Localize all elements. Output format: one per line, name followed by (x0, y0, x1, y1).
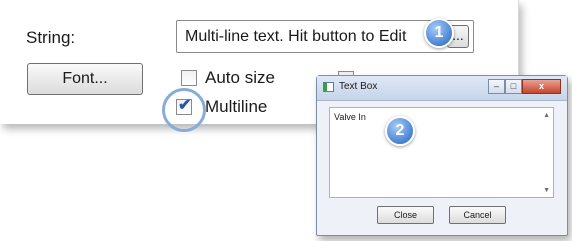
cancel-button[interactable]: Cancel (449, 206, 506, 224)
dialog-title: Text Box (339, 81, 378, 92)
text-box-textarea[interactable]: Valve In ▲ ▼ (329, 107, 554, 198)
window-icon (323, 82, 334, 92)
highlight-ring (162, 88, 206, 132)
string-label: String: (26, 28, 76, 47)
close-button[interactable]: Close (377, 206, 434, 224)
multiline-label: Multiline (205, 97, 268, 116)
font-button[interactable]: Font... (27, 63, 143, 95)
string-input-value: Multi-line text. Hit button to Edit (185, 28, 407, 45)
maximize-icon[interactable]: □ (505, 79, 522, 94)
auto-size-label: Auto size (205, 68, 275, 87)
callout-badge-2: 2 (385, 116, 415, 146)
text-box-dialog: Text Box – □ x Valve In ▲ ▼ Close Cancel (316, 75, 568, 236)
scroll-down-icon[interactable]: ▼ (543, 187, 550, 194)
auto-size-checkbox[interactable] (181, 70, 197, 86)
minimize-icon[interactable]: – (488, 79, 505, 94)
dialog-title-bar[interactable]: Text Box – □ x (317, 76, 567, 101)
scroll-up-icon[interactable]: ▲ (543, 112, 550, 119)
callout-badge-1: 1 (424, 18, 454, 48)
text-box-value: Valve In (334, 112, 366, 122)
close-icon[interactable]: x (522, 79, 561, 94)
